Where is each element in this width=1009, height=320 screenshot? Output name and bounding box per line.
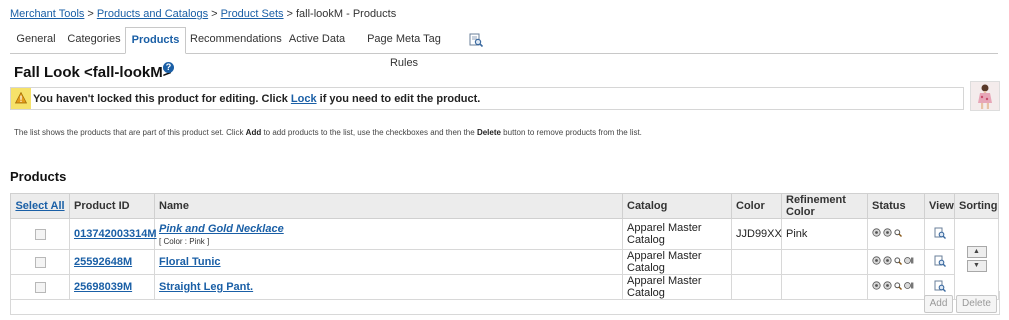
view-cell (924, 249, 955, 275)
column-header-sorting: Sorting (954, 193, 999, 219)
table-actions-bar: Add Delete (10, 291, 1000, 315)
lock-notice: You haven't locked this product for edit… (10, 87, 964, 110)
sort-down-icon[interactable]: ▼ (966, 260, 987, 272)
info-delete-keyword: Delete (476, 128, 501, 137)
breadcrumb-current: fall-lookM - Products (295, 8, 397, 20)
breadcrumb-merchant-tools[interactable]: Merchant Tools (10, 8, 84, 20)
row-checkbox[interactable] (34, 256, 46, 268)
breadcrumb-separator: > (211, 8, 218, 20)
warning-icon (11, 88, 31, 109)
view-magnifier-icon[interactable] (934, 255, 946, 270)
searchable-icon (883, 228, 892, 240)
table-row: 013742003314M Pink and Gold Necklace[ Co… (10, 218, 999, 300)
product-id-cell: 25592648M (69, 249, 155, 275)
info-text: The list shows the products that are par… (14, 128, 642, 137)
product-id-link[interactable]: 013742003314M (74, 228, 157, 240)
catalog-cell: Apparel Master Catalog (622, 218, 732, 250)
online-icon (872, 228, 881, 240)
row-select-cell (10, 249, 70, 275)
info-part-2: to add products to the list, use the che… (261, 128, 477, 137)
products-table: Select All Product ID Name Catalog Color… (10, 193, 999, 300)
tab-categories[interactable]: Categories (64, 27, 124, 52)
tab-page-meta-tag-rules[interactable]: Page Meta Tag Rules (354, 27, 454, 69)
breadcrumb-product-sets[interactable]: Product Sets (221, 8, 284, 20)
info-add-keyword: Add (245, 128, 262, 137)
product-name-link[interactable]: Floral Tunic (159, 256, 221, 268)
product-name-cell: Floral Tunic (154, 249, 623, 275)
status-cell (867, 218, 925, 250)
column-header-status: Status (867, 193, 925, 219)
color-cell: JJD99XX (731, 218, 782, 250)
column-header-refinement-color: Refinement Color (781, 193, 868, 219)
status-cell (867, 249, 925, 275)
product-id-cell: 013742003314M (69, 218, 157, 250)
product-name-link[interactable]: Pink and Gold Necklace (159, 223, 284, 235)
breadcrumb-products-catalogs[interactable]: Products and Catalogs (97, 8, 208, 20)
product-name-cell: Pink and Gold Necklace[ Color : Pink ] (154, 218, 623, 250)
searchable-icon (883, 256, 892, 268)
products-section-title: Products (10, 169, 67, 184)
tab-bar: General Categories Products Recommendati… (10, 27, 998, 69)
row-checkbox[interactable] (34, 228, 46, 240)
sitemap-icon (904, 256, 914, 268)
breadcrumb-separator: > (286, 8, 293, 20)
column-header-color: Color (731, 193, 782, 219)
info-part-1: The list shows the products that are par… (14, 128, 246, 137)
sorting-cell: ▲ ▼ (954, 218, 999, 300)
breadcrumb-separator: > (87, 8, 94, 20)
refinement-color-cell (781, 249, 868, 275)
help-icon[interactable]: ? (163, 62, 174, 73)
tab-recommendations[interactable]: Recommendations (190, 27, 282, 52)
color-cell (731, 249, 782, 275)
page-title: Fall Look <fall-lookM> (14, 64, 172, 81)
product-set-thumbnail (970, 81, 1000, 111)
search-icon (894, 256, 902, 268)
select-all-link[interactable]: Select All (15, 200, 64, 212)
lock-message: You haven't locked this product for edit… (33, 93, 480, 105)
add-button[interactable]: Add (924, 295, 953, 313)
tab-active-data[interactable]: Active Data (288, 27, 346, 52)
tab-general[interactable]: General (10, 27, 62, 52)
table-header-row: Select All Product ID Name Catalog Color… (10, 193, 999, 219)
view-magnifier-icon[interactable] (934, 227, 946, 242)
online-icon (872, 256, 881, 268)
variant-attribute: [ Color : Pink ] (159, 236, 210, 246)
refinement-color-cell: Pink (781, 218, 868, 250)
column-header-catalog: Catalog (622, 193, 732, 219)
column-header-name: Name (154, 193, 623, 219)
tab-products[interactable]: Products (125, 27, 186, 54)
delete-button[interactable]: Delete (956, 295, 997, 313)
info-part-3: button to remove products from the list. (500, 128, 642, 137)
row-select-cell (10, 218, 70, 250)
lock-message-after: if you need to edit the product. (316, 93, 481, 105)
search-icon (894, 228, 902, 240)
catalog-cell: Apparel Master Catalog (622, 249, 732, 275)
sort-up-icon[interactable]: ▲ (966, 246, 987, 258)
column-header-view: View (924, 193, 955, 219)
product-id-link[interactable]: 25592648M (74, 256, 132, 268)
lock-link[interactable]: Lock (291, 93, 317, 105)
view-cell (924, 218, 955, 250)
lock-message-before: You haven't locked this product for edit… (33, 93, 291, 105)
search-page-icon[interactable] (469, 33, 484, 50)
column-header-product-id: Product ID (69, 193, 155, 219)
table-row: 25592648M Floral Tunic Apparel Master Ca… (10, 249, 999, 275)
breadcrumb: Merchant Tools > Products and Catalogs > Pro… (10, 8, 396, 20)
column-header-select-all: Select All (10, 193, 70, 219)
